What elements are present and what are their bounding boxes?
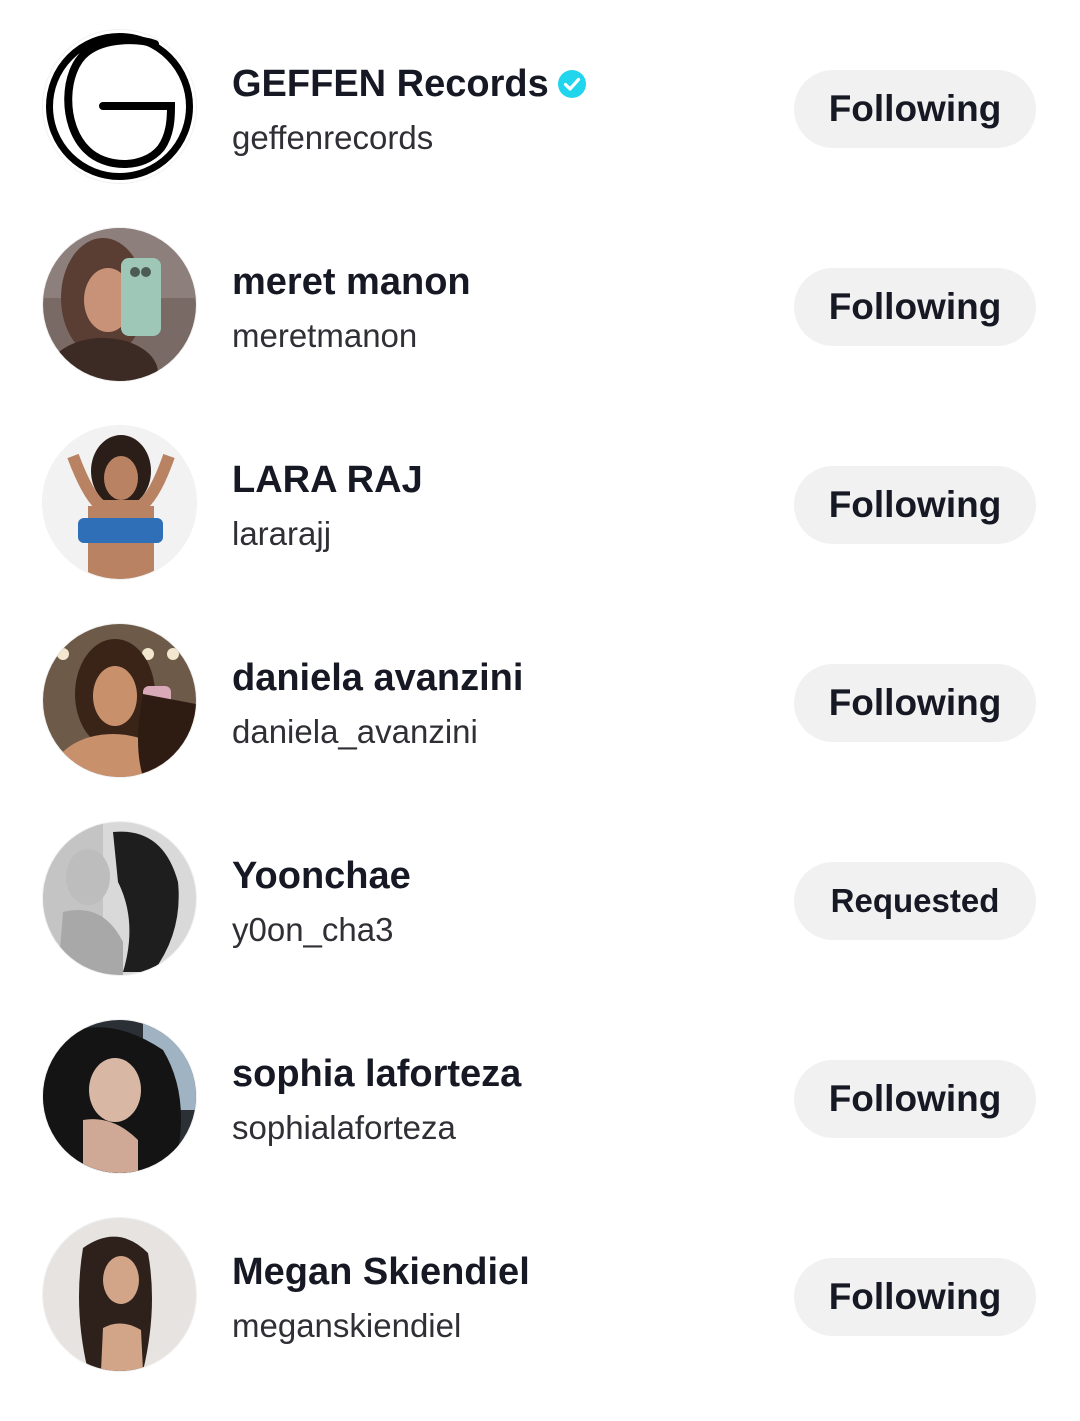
following-button[interactable]: Following bbox=[794, 466, 1036, 544]
following-button[interactable]: Following bbox=[794, 1258, 1036, 1336]
account-row-meganskiendiel[interactable]: Megan Skiendiel meganskiendiel Following bbox=[0, 1188, 1080, 1386]
display-name: Megan Skiendiel bbox=[232, 1251, 530, 1293]
display-name: LARA RAJ bbox=[232, 459, 423, 501]
display-name: daniela avanzini bbox=[232, 657, 524, 699]
profile-photo bbox=[43, 1218, 196, 1371]
account-row-y0on_cha3[interactable]: Yoonchae y0on_cha3 Requested bbox=[0, 792, 1080, 990]
display-name: sophia laforteza bbox=[232, 1053, 522, 1095]
geffen-logo-icon bbox=[43, 30, 196, 183]
display-name-text: GEFFEN Records bbox=[232, 63, 549, 105]
profile-photo bbox=[43, 426, 196, 579]
avatar[interactable] bbox=[43, 822, 196, 975]
account-row-geffenrecords[interactable]: GEFFEN Records geffenrecords Following bbox=[0, 0, 1080, 198]
avatar[interactable] bbox=[43, 1218, 196, 1371]
avatar[interactable] bbox=[43, 426, 196, 579]
username: lararajj bbox=[232, 515, 332, 552]
avatar[interactable] bbox=[43, 624, 196, 777]
account-row-meretmanon[interactable]: meret manon meretmanon Following bbox=[0, 198, 1080, 396]
following-button[interactable]: Following bbox=[794, 268, 1036, 346]
following-button[interactable]: Following bbox=[794, 70, 1036, 148]
username: geffenrecords bbox=[232, 119, 434, 156]
display-name: GEFFEN Records bbox=[232, 62, 587, 106]
verified-badge-icon bbox=[557, 69, 587, 99]
username: meganskiendiel bbox=[232, 1307, 462, 1344]
requested-button[interactable]: Requested bbox=[794, 862, 1036, 940]
username: y0on_cha3 bbox=[232, 911, 394, 948]
following-list: GEFFEN Records geffenrecords Following m… bbox=[0, 0, 1080, 1421]
following-button[interactable]: Following bbox=[794, 1060, 1036, 1138]
profile-photo bbox=[43, 624, 196, 777]
avatar[interactable] bbox=[43, 228, 196, 381]
avatar[interactable] bbox=[43, 1020, 196, 1173]
display-name: meret manon bbox=[232, 261, 471, 303]
username: daniela_avanzini bbox=[232, 713, 478, 750]
account-row-sophialaforteza[interactable]: sophia laforteza sophialaforteza Followi… bbox=[0, 990, 1080, 1188]
display-name: Yoonchae bbox=[232, 855, 411, 897]
username: sophialaforteza bbox=[232, 1109, 456, 1146]
profile-photo bbox=[43, 228, 196, 381]
avatar[interactable] bbox=[43, 30, 196, 183]
account-row-daniela_avanzini[interactable]: daniela avanzini daniela_avanzini Follow… bbox=[0, 594, 1080, 792]
following-button[interactable]: Following bbox=[794, 664, 1036, 742]
profile-photo bbox=[43, 1020, 196, 1173]
profile-photo bbox=[43, 822, 196, 975]
username: meretmanon bbox=[232, 317, 418, 354]
account-row-lararajj[interactable]: LARA RAJ lararajj Following bbox=[0, 396, 1080, 594]
